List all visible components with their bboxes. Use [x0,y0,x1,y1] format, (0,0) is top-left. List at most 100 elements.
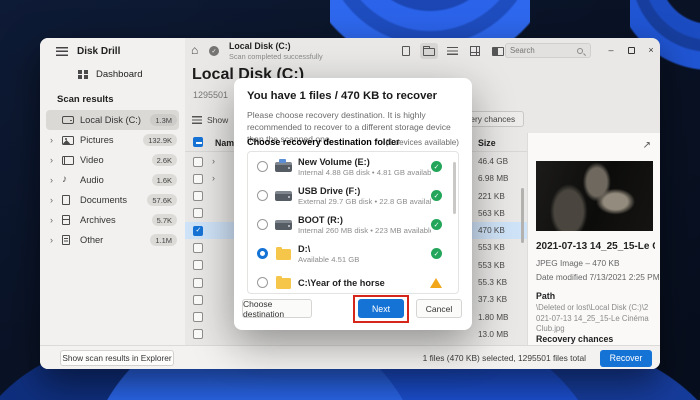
row-checkbox[interactable] [193,260,203,271]
sidebar-item-other[interactable]: › Other 1.1M [40,230,185,250]
cancel-button[interactable]: Cancel [416,299,462,318]
topbar: ⌂ ✓ Local Disk (C:) Scan completed succe… [185,38,660,64]
maximize-button[interactable] [623,42,639,58]
sidebar-item-dashboard[interactable]: Dashboard [40,63,185,86]
device-info: Internal 260 MB disk • 223 MB available [298,225,431,235]
minimize-button[interactable]: – [603,42,619,58]
next-button[interactable]: Next [358,299,404,318]
device-option-year-of-the-horse[interactable]: C:\Year of the horse [248,268,458,293]
row-checkbox[interactable] [193,329,203,340]
row-checkbox[interactable] [193,156,203,167]
path-label: Path [536,291,556,301]
dialog-buttons: Choose destination Next Cancel [234,294,472,323]
file-icon [402,46,410,56]
row-size: 553 KB [478,260,505,270]
close-button[interactable]: × [643,42,659,58]
grid-icon [470,46,480,56]
device-info: External 29.7 GB disk • 22.8 GB availabl… [298,196,431,206]
row-checkbox[interactable] [193,173,203,184]
device-name: USB Drive (F:) [298,185,361,196]
row-expand-icon[interactable]: › [212,173,215,183]
row-checkbox[interactable] [193,294,203,305]
show-filter-button[interactable]: Show [192,112,228,128]
device-name: D:\ [298,243,311,254]
device-list-scrollbar[interactable] [453,162,456,214]
radio-button[interactable] [257,219,268,230]
sidebar-item-label: Archives [80,215,116,225]
scan-status-icon: ✓ [209,46,219,56]
row-checkbox-checked[interactable] [193,225,203,236]
count-badge: 5.7K [151,214,177,226]
home-icon[interactable]: ⌂ [191,43,198,57]
documents-icon [62,195,70,205]
sidebar-item-documents[interactable]: › Documents 57.6K [40,190,185,210]
ok-status-icon: ✓ [431,161,442,172]
destination-device-list: New Volume (E:) Internal 4.88 GB disk • … [247,151,459,294]
chevron-right-icon[interactable]: › [50,195,62,205]
row-checkbox[interactable] [193,312,203,323]
show-in-explorer-button[interactable]: Show scan results in Explorer [60,350,174,366]
device-option-usb-drive-f[interactable]: USB Drive (F:) External 29.7 GB disk • 2… [248,181,458,210]
pictures-icon [62,135,74,145]
size-column-header: Size [478,138,496,148]
row-checkbox[interactable] [193,242,203,253]
device-option-boot-r[interactable]: BOOT (R:) Internal 260 MB disk • 223 MB … [248,210,458,239]
new-file-button[interactable] [397,43,415,59]
row-checkbox[interactable] [193,277,203,288]
chevron-right-icon[interactable]: › [50,175,62,185]
count-badge: 1.3M [150,114,177,126]
chevron-right-icon[interactable]: › [50,135,62,145]
row-expand-icon[interactable]: › [212,156,215,166]
grid-view-button[interactable] [466,43,484,59]
path-value: \Deleted or lost\Local Disk (C:)\2021-07… [536,303,649,334]
radio-button[interactable] [257,190,268,201]
sidebar-item-pictures[interactable]: › Pictures 132.9K [40,130,185,150]
other-files-icon [62,235,70,245]
scan-results-label: Scan results [57,94,114,105]
location-block: Local Disk (C:) Scan completed successfu… [229,41,323,61]
recover-button[interactable]: Recover [600,349,652,367]
radio-button[interactable] [257,161,268,172]
device-info: Available 4.51 GB [298,254,360,264]
device-option-d-drive[interactable]: D:\ Available 4.51 GB ✓ [248,239,458,268]
destination-folder-label: Choose recovery destination folder [247,137,400,147]
status-bar: Show scan results in Explorer 1 files (4… [40,345,660,369]
table-scrollbar[interactable] [521,188,524,243]
folder-icon [423,46,435,56]
sidebar-item-label: Documents [80,195,128,205]
sidebar-item-audio[interactable]: › ♪ Audio 1.6K [40,170,185,190]
dialog-title: You have 1 files / 470 KB to recover [247,90,438,102]
choose-destination-button[interactable]: Choose destination [242,299,312,319]
sidebar-item-video[interactable]: › Video 2.6K [40,150,185,170]
list-view-button[interactable] [443,43,461,59]
row-checkbox[interactable] [193,191,203,202]
drive-icon [274,158,292,172]
menu-icon[interactable] [56,47,68,56]
row-size: 6.98 MB [478,174,509,184]
radio-button[interactable] [257,277,268,288]
radio-button-selected[interactable] [257,248,268,259]
folder-view-button[interactable] [420,43,438,59]
search-box [505,43,591,58]
chevron-right-icon[interactable]: › [50,215,62,225]
open-external-icon[interactable]: ↗ [643,140,651,151]
archives-icon [62,215,70,225]
chevron-right-icon[interactable]: › [50,235,62,245]
sidebar-header: Disk Drill [40,38,185,63]
sidebar-item-local-disk-c[interactable]: Local Disk (C:) 1.3M [46,110,179,130]
list-icon [446,47,458,55]
warning-status-icon [430,277,442,288]
device-option-new-volume-e[interactable]: New Volume (E:) Internal 4.88 GB disk • … [248,152,458,181]
chevron-right-icon[interactable]: › [50,155,62,165]
row-checkbox[interactable] [193,208,203,219]
file-preview-image [536,161,653,231]
select-all-checkbox[interactable] [193,137,203,147]
row-size: 221 KB [478,191,505,201]
search-input[interactable] [506,46,577,55]
location-subtitle: Scan completed successfully [229,52,323,61]
ok-status-icon: ✓ [431,248,442,259]
sidebar-item-label: Local Disk (C:) [80,115,141,125]
sidebar-item-label: Video [80,155,104,165]
audio-icon: ♪ [62,174,67,185]
sidebar-item-archives[interactable]: › Archives 5.7K [40,210,185,230]
